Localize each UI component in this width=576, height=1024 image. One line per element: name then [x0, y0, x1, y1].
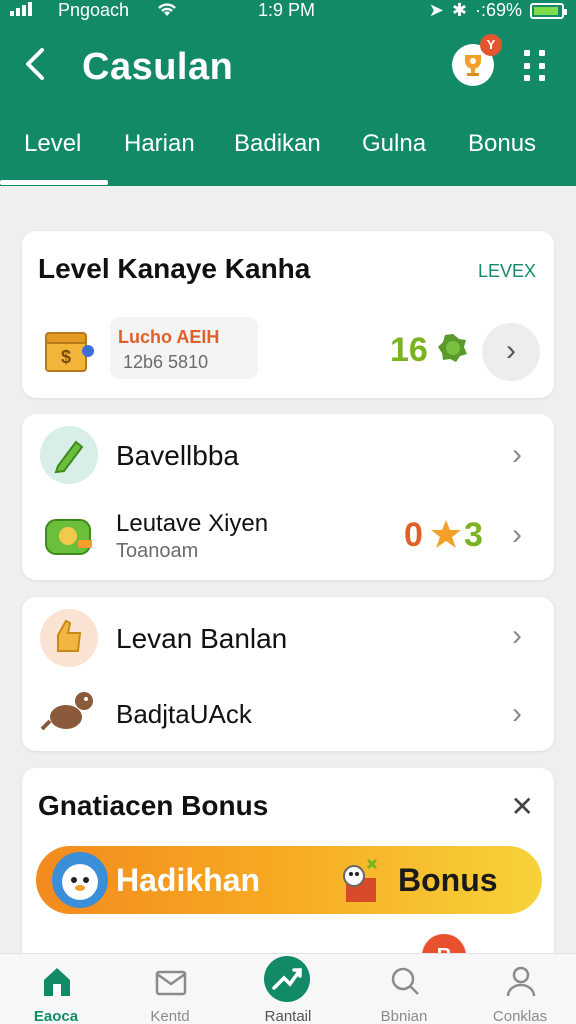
bonus-card: Gnatiacen Bonus ✕ Hadikhan Bonus [22, 768, 554, 968]
close-icon[interactable]: ✕ [511, 790, 534, 823]
back-button[interactable] [20, 44, 56, 88]
animal-icon [40, 681, 98, 739]
nav-label: Rantail [264, 1008, 312, 1024]
list-card-1: Bavellbba › Leutave Xiyen Toanoam 0 3 › [22, 414, 554, 580]
battery-percent: ·:69% [474, 0, 522, 20]
bonus-right-label: Bonus [398, 862, 498, 898]
tab-gulna[interactable]: Gulna [362, 130, 426, 158]
nav-label: Eaoca [33, 1008, 79, 1024]
bonus-left-label: Hadikhan [116, 862, 261, 898]
location-icon: ➤ [428, 0, 444, 20]
tab-badikan[interactable]: Badikan [234, 130, 321, 158]
money-bag-icon [40, 506, 98, 564]
bottom-nav: Eaoca Kentd Rantail Bbnian Conklas [0, 953, 576, 1024]
list-item-label[interactable]: Levan Banlan [116, 623, 287, 655]
list-item-label[interactable]: BadjtaUAck [116, 699, 252, 730]
status-right: ➤ ✱ ·:69% [428, 0, 567, 21]
level-card-title: Level Kanaye Kanha [38, 253, 311, 284]
status-bar: Pngoach 1:9 PM ➤ ✱ ·:69% [0, 0, 576, 24]
tab-bar: Level Harian Badikan Gulna Bonus [0, 130, 576, 170]
signal-icon [10, 2, 32, 16]
list-item-label[interactable]: Bavellbba [116, 440, 239, 472]
battery-icon [530, 2, 567, 19]
active-tab-indicator [0, 180, 108, 185]
nav-label: Kentd [150, 1008, 190, 1024]
tab-harian[interactable]: Harian [124, 130, 195, 158]
app-header: Pngoach 1:9 PM ➤ ✱ ·:69% Casulan Y Level… [0, 0, 576, 186]
nav-item-kentd[interactable]: Kentd [120, 954, 220, 1024]
nav-item-conklas[interactable]: Conklas [470, 954, 570, 1024]
nav-item-bbnian[interactable]: Bbnian [354, 954, 454, 1024]
chevron-right-icon[interactable]: › [512, 621, 522, 651]
tab-bonus[interactable]: Bonus [468, 130, 536, 158]
mail-icon [155, 970, 187, 996]
notification-badge: Y [480, 34, 502, 56]
chevron-right-icon[interactable]: › [512, 440, 522, 470]
status-time: 1:9 PM [258, 0, 316, 20]
user-icon [506, 966, 536, 997]
bonus-card-title: Gnatiacen Bonus [38, 790, 269, 821]
reward-sub: 12b6 5810 [118, 352, 209, 372]
pencil-icon [40, 426, 98, 484]
mascot-icon [52, 852, 108, 908]
nav-label: Conklas [492, 1008, 548, 1024]
svg-text:$: $ [61, 347, 71, 367]
carrier-name: Pngoach [58, 0, 130, 20]
wifi-icon [156, 0, 178, 23]
gift-box-icon [343, 858, 378, 902]
reward-label: Lucho AEIH [118, 327, 220, 347]
level-card: Level Kanaye Kanha LEVEX $ Lucho AEIH 12… [22, 231, 554, 398]
level-value: 16 [390, 331, 428, 369]
search-icon [391, 967, 419, 995]
bonus-banner[interactable]: Hadikhan Bonus [36, 846, 542, 914]
treasure-chest-icon: $ [45, 332, 94, 372]
more-menu-button[interactable] [520, 48, 550, 84]
page-title: Casulan [82, 46, 234, 88]
chevron-right-icon[interactable]: › [512, 520, 522, 550]
nav-item-home[interactable]: Eaoca [6, 954, 106, 1024]
star-icon [431, 520, 461, 548]
chevron-right-icon[interactable]: › [512, 699, 522, 729]
thumbs-up-icon [40, 609, 98, 667]
level-card-action[interactable]: LEVEX [478, 261, 536, 282]
list-card-2: Levan Banlan › BadjtaUAck › [22, 597, 554, 751]
list-item-sub: Toanoam [116, 540, 199, 562]
tab-level[interactable]: Level [24, 130, 81, 158]
turtle-icon [438, 334, 467, 362]
nav-label: Bbnian [380, 1008, 428, 1024]
score-left: 0 [404, 516, 423, 554]
bluetooth-icon: ✱ [451, 0, 467, 20]
nav-item-rantail[interactable]: Rantail [238, 954, 338, 1024]
level-next-button[interactable]: › [482, 323, 540, 381]
list-item-label[interactable]: Leutave Xiyen [116, 510, 268, 538]
home-icon [44, 968, 70, 996]
trophy-icon [465, 55, 481, 76]
trend-icon [264, 956, 310, 1002]
score-right: 3 [464, 516, 483, 554]
